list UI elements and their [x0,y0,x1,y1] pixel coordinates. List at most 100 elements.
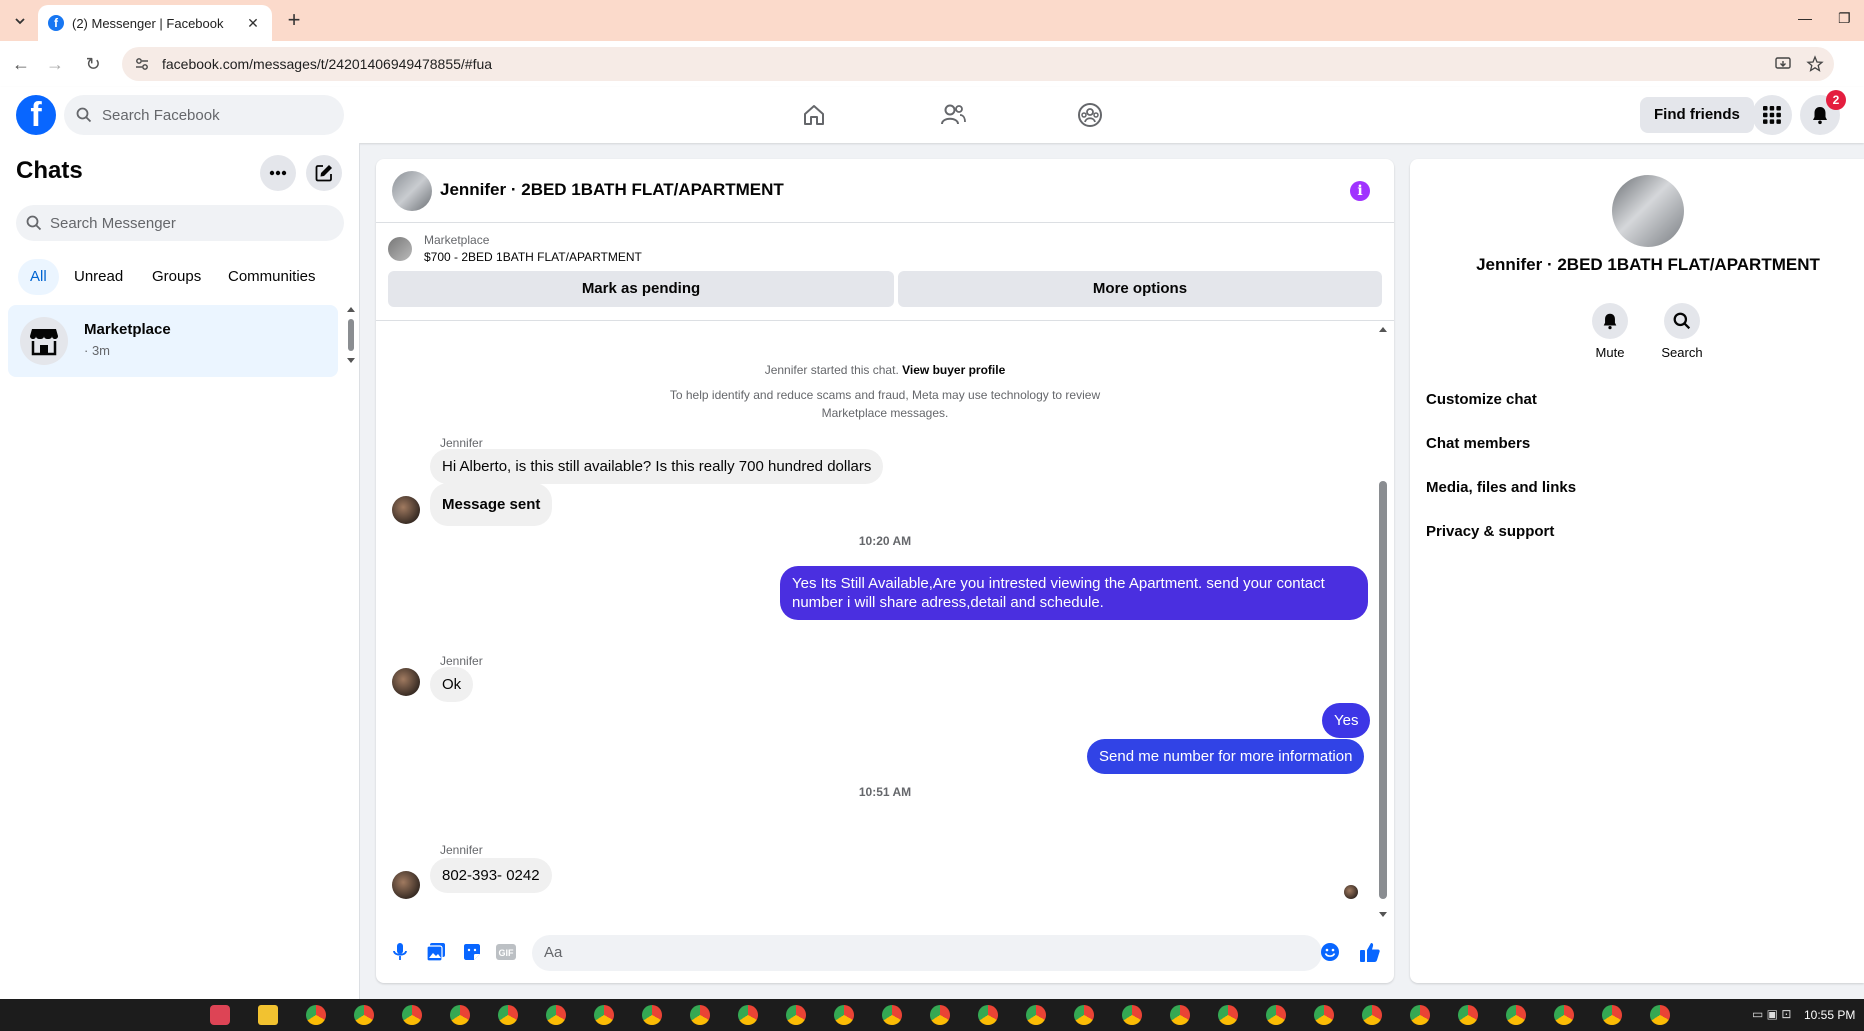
facebook-search-input[interactable]: Search Facebook [64,95,344,135]
sender-avatar[interactable] [392,668,420,696]
listing-title[interactable]: $700 - 2BED 1BATH FLAT/APARTMENT [424,250,642,264]
mark-as-pending-button[interactable]: Mark as pending [388,271,894,307]
incoming-message[interactable]: Ok [430,667,474,702]
scroll-up-arrow-icon[interactable] [1378,325,1388,333]
groups-icon[interactable] [1074,99,1106,131]
chrome-icon[interactable] [450,1005,470,1025]
incoming-message[interactable]: 802-393- 0242 [430,858,552,893]
tray-icons[interactable]: ▭ ▣ ⊡ [1752,1007,1791,1021]
sender-avatar[interactable] [392,496,420,524]
chrome-icon[interactable] [1362,1005,1382,1025]
contact-avatar[interactable] [1612,175,1684,247]
chrome-icon[interactable] [1650,1005,1670,1025]
chrome-icon[interactable] [1410,1005,1430,1025]
outgoing-message[interactable]: Send me number for more information [1087,739,1365,774]
message-scrollbar[interactable] [1376,321,1390,923]
chrome-icon[interactable] [1170,1005,1190,1025]
new-message-button[interactable] [306,155,342,191]
home-icon[interactable] [798,99,830,131]
bookmark-star-icon[interactable] [1806,55,1824,73]
scroll-down-arrow-icon[interactable] [1378,911,1388,919]
outgoing-message[interactable]: Yes [1322,703,1371,738]
filter-groups[interactable]: Groups [140,259,213,295]
chrome-icon[interactable] [402,1005,422,1025]
find-friends-button[interactable]: Find friends [1640,97,1754,133]
install-app-icon[interactable] [1774,55,1792,73]
chat-name: Marketplace [84,321,171,338]
customize-chat-section[interactable]: Customize chat [1426,391,1864,408]
chrome-icon[interactable] [306,1005,326,1025]
taskbar-clock[interactable]: 10:55 PM [1804,1008,1855,1022]
conversation-avatar[interactable] [392,171,432,211]
chrome-icon[interactable] [978,1005,998,1025]
sender-avatar[interactable] [392,871,420,899]
message-sender-name: Jennifer [440,843,483,857]
chrome-icon[interactable] [1122,1005,1142,1025]
sticker-icon[interactable] [460,940,484,964]
chrome-icon[interactable] [1314,1005,1334,1025]
media-files-links-section[interactable]: Media, files and links [1426,479,1864,496]
chrome-icon[interactable] [594,1005,614,1025]
chrome-icon[interactable] [738,1005,758,1025]
chrome-icon[interactable] [546,1005,566,1025]
chats-options-button[interactable] [260,155,296,191]
scrollbar-thumb[interactable] [1379,481,1387,899]
taskbar-app-icon[interactable] [210,1005,230,1025]
chat-list-scrollbar[interactable] [346,305,356,365]
friends-icon[interactable] [937,99,969,131]
chrome-icon[interactable] [690,1005,710,1025]
url-omnibox[interactable]: facebook.com/messages/t/2420140694947885… [122,47,1834,81]
forward-arrow-icon[interactable]: → [44,53,66,75]
conversation-info-icon[interactable]: i [1350,181,1370,201]
tab-search-dropdown[interactable] [8,9,32,33]
chrome-icon[interactable] [930,1005,950,1025]
browser-tab-messenger[interactable]: f (2) Messenger | Facebook ✕ [38,5,272,41]
incoming-message[interactable]: Message sent [430,483,553,526]
restore-window-icon[interactable]: ❐ [1838,10,1851,27]
chrome-icon[interactable] [1026,1005,1046,1025]
gif-icon[interactable]: GIF [494,940,518,964]
more-options-button[interactable]: More options [898,271,1382,307]
outgoing-message[interactable]: Yes Its Still Available,Are you intreste… [780,566,1368,620]
chrome-icon[interactable] [498,1005,518,1025]
back-arrow-icon[interactable]: ← [10,53,32,75]
chrome-icon[interactable] [1218,1005,1238,1025]
reload-icon[interactable]: ↻ [82,53,104,75]
chrome-icon[interactable] [1506,1005,1526,1025]
thumbs-up-icon[interactable] [1358,940,1382,964]
tab-close-icon[interactable]: ✕ [244,15,262,32]
mute-button[interactable]: Mute [1580,303,1640,360]
microphone-icon[interactable] [388,940,412,964]
minimize-window-icon[interactable]: — [1798,10,1812,26]
chrome-icon[interactable] [834,1005,854,1025]
filter-communities[interactable]: Communities [216,259,328,295]
facebook-logo-icon[interactable]: f [16,95,56,135]
chrome-icon[interactable] [354,1005,374,1025]
chrome-icon[interactable] [1554,1005,1574,1025]
chat-members-section[interactable]: Chat members [1426,435,1864,452]
chrome-icon[interactable] [1074,1005,1094,1025]
new-tab-button[interactable]: + [282,8,306,32]
chrome-icon[interactable] [1458,1005,1478,1025]
conversation-title[interactable]: Jennifer · 2BED 1BATH FLAT/APARTMENT [440,180,784,200]
view-buyer-profile-link[interactable]: View buyer profile [902,363,1005,377]
listing-thumbnail[interactable] [388,237,412,261]
file-explorer-icon[interactable] [258,1005,278,1025]
chrome-icon[interactable] [786,1005,806,1025]
chrome-icon[interactable] [1602,1005,1622,1025]
search-in-conversation-button[interactable]: Search [1652,303,1712,360]
chrome-icon[interactable] [882,1005,902,1025]
site-settings-icon[interactable] [134,56,150,72]
filter-all[interactable]: All [18,259,59,295]
messenger-search-input[interactable]: Search Messenger [16,205,344,241]
filter-unread[interactable]: Unread [62,259,135,295]
emoji-icon[interactable] [1318,940,1342,964]
photo-icon[interactable] [424,940,448,964]
privacy-support-section[interactable]: Privacy & support [1426,523,1864,540]
chrome-icon[interactable] [642,1005,662,1025]
chrome-icon[interactable] [1266,1005,1286,1025]
menu-grid-button[interactable] [1752,95,1792,135]
message-input[interactable]: Aa [532,935,1322,971]
chat-list-item-marketplace[interactable]: Marketplace · 3m [8,305,338,377]
incoming-message[interactable]: Hi Alberto, is this still available? Is … [430,449,884,484]
